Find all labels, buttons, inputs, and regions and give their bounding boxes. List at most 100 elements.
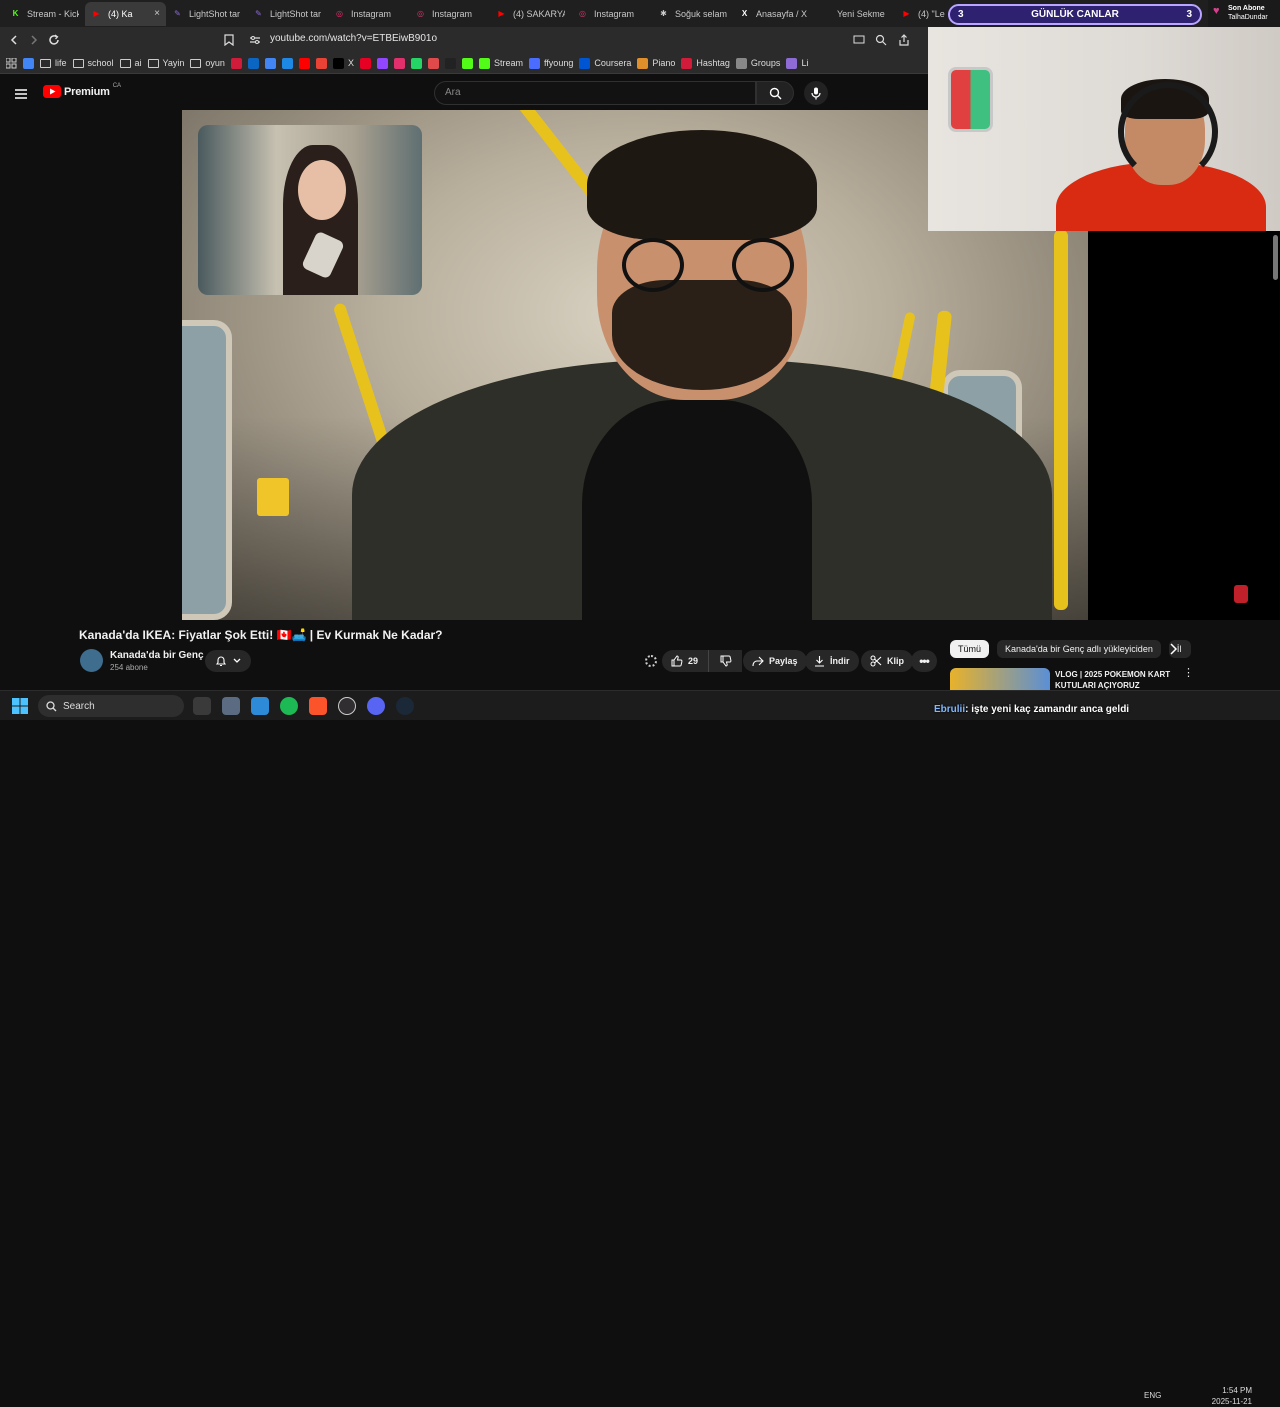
cast-button[interactable] xyxy=(849,30,869,50)
close-tab-icon[interactable]: × xyxy=(154,8,160,19)
share-button[interactable]: Paylaş xyxy=(743,650,807,672)
spotify-icon[interactable] xyxy=(280,697,298,715)
vertical-dots-icon: ⋮ xyxy=(1183,667,1194,679)
bookmark-item[interactable]: life xyxy=(40,58,67,68)
bookmark-item[interactable] xyxy=(376,57,388,69)
discord-icon[interactable] xyxy=(367,697,385,715)
bookmark-item[interactable] xyxy=(298,57,310,69)
bookmark-item[interactable]: school xyxy=(72,58,114,68)
browser-tab[interactable]: ✎ LightShot tar xyxy=(166,2,247,26)
zoom-button[interactable] xyxy=(871,30,891,50)
bookmark-item[interactable]: ai xyxy=(119,58,142,68)
tab-label: Stream - Kick xyxy=(27,8,79,19)
bookmark-item[interactable] xyxy=(230,57,242,69)
instagram-icon: ◎ xyxy=(336,9,343,18)
browser-tab[interactable]: X Anasayfa / X xyxy=(733,2,814,26)
start-button[interactable] xyxy=(12,698,28,719)
bookmark-item[interactable] xyxy=(281,57,293,69)
file-manager-icon[interactable] xyxy=(222,697,240,715)
bookmark-label: oyun xyxy=(205,58,225,68)
photos-icon[interactable] xyxy=(251,697,269,715)
chip-from-uploader[interactable]: Kanada'da bir Genç adlı yükleyiciden xyxy=(997,640,1161,658)
recall-icon xyxy=(230,57,242,69)
reload-icon xyxy=(49,34,59,45)
bookmark-item[interactable]: Coursera xyxy=(579,57,631,69)
bookmark-item[interactable]: Piano xyxy=(637,57,675,69)
more-actions-button[interactable]: ••• xyxy=(911,650,937,672)
folder-icon xyxy=(119,58,131,68)
microphone-icon xyxy=(811,87,821,99)
browser-tab[interactable]: ▶ (4) SAKARYA xyxy=(490,2,571,26)
browser-tab[interactable]: ✎ LightShot tar xyxy=(247,2,328,26)
bookmark-item[interactable] xyxy=(315,57,327,69)
reload-button[interactable] xyxy=(44,30,64,50)
search-button[interactable] xyxy=(756,81,794,105)
back-button[interactable] xyxy=(4,30,24,50)
bookmark-item[interactable]: X xyxy=(332,57,354,69)
bookmark-item[interactable] xyxy=(427,57,439,69)
bookmark-item[interactable]: ffyoung xyxy=(528,57,573,69)
url-field[interactable]: youtube.com/watch?v=ETBEiwB901o xyxy=(270,33,437,44)
browser-tab[interactable]: ◎ Instagram xyxy=(409,2,490,26)
obs-icon[interactable] xyxy=(338,697,356,715)
instagram-icon: ◎ xyxy=(417,9,424,18)
recommended-video-title[interactable]: VLOG | 2025 POKEMON KART KUTULARI AÇIYOR… xyxy=(1055,669,1175,691)
search-input[interactable]: Ara xyxy=(434,81,756,105)
bookmark-item[interactable]: oyun xyxy=(190,58,225,68)
bookmark-item[interactable] xyxy=(23,57,34,69)
language-indicator[interactable]: ENG xyxy=(1144,1391,1161,1400)
site-info-button[interactable] xyxy=(245,30,265,50)
browser-tab[interactable]: ◎ Instagram xyxy=(328,2,409,26)
clip-button[interactable]: Klip xyxy=(861,650,913,672)
voice-search-button[interactable] xyxy=(804,81,828,105)
brave-icon[interactable] xyxy=(309,697,327,715)
last-sub-name: TalhaDundar xyxy=(1228,14,1268,21)
bookmark-item[interactable]: Hashtag xyxy=(681,57,730,69)
browser-tab[interactable]: Yeni Sekme xyxy=(814,2,895,26)
chatgpt-icon: ✱ xyxy=(660,9,667,18)
hamburger-menu-button[interactable] xyxy=(15,86,27,104)
gear-badge-icon xyxy=(645,655,657,667)
channel-name[interactable]: Kanada'da bir Genç xyxy=(110,650,204,661)
recommended-video-thumbnail[interactable] xyxy=(950,668,1050,690)
chip-all[interactable]: Tümü xyxy=(950,640,990,658)
browser-tab[interactable]: ✱ Soğuk selam xyxy=(652,2,733,26)
apps-button[interactable] xyxy=(6,57,17,69)
youtube-logo[interactable]: Premium CA xyxy=(43,83,121,98)
system-clock[interactable]: 1:54 PM 2025-11-21 xyxy=(1208,1385,1252,1407)
browser-tab[interactable]: ◎ Instagram xyxy=(571,2,652,26)
bookmark-item[interactable]: Li xyxy=(786,57,808,69)
bookmark-item[interactable] xyxy=(359,57,371,69)
share-page-button[interactable] xyxy=(894,30,914,50)
bookmark-item[interactable] xyxy=(393,57,405,69)
recommended-more-button[interactable]: ⋮ xyxy=(1183,667,1194,679)
browser-tab[interactable]: ▶ (4) Ka × xyxy=(85,1,166,26)
share-arrow-icon xyxy=(752,656,764,666)
channel-avatar[interactable] xyxy=(80,649,103,672)
ffyoung-icon xyxy=(528,57,540,69)
bookmark-item[interactable]: Groups xyxy=(735,57,780,69)
bookmark-item[interactable] xyxy=(264,57,276,69)
bookmark-item[interactable] xyxy=(461,57,473,69)
forward-button[interactable] xyxy=(24,30,44,50)
scrollbar[interactable] xyxy=(1273,235,1278,280)
bookmark-item[interactable] xyxy=(410,57,422,69)
download-button[interactable]: İndir xyxy=(805,650,859,672)
browser-tab[interactable]: K Stream - Kick xyxy=(4,2,85,26)
dislike-button[interactable] xyxy=(708,650,742,672)
steam-icon[interactable] xyxy=(396,697,414,715)
chips-next-button[interactable] xyxy=(1168,642,1178,660)
bookmark-item[interactable] xyxy=(247,57,259,69)
subscription-bell-button[interactable] xyxy=(205,650,251,672)
folder-icon xyxy=(147,58,159,68)
task-view-icon[interactable] xyxy=(193,697,211,715)
streamer-headset xyxy=(1118,82,1218,182)
bookmark-item[interactable]: Yayin xyxy=(147,58,184,68)
taskbar-search[interactable]: Search xyxy=(38,695,184,717)
bookmark-page-button[interactable] xyxy=(219,30,239,50)
goal-title: GÜNLÜK CANLAR xyxy=(1031,9,1119,20)
feather-icon: ✎ xyxy=(174,9,181,18)
bookmark-label: ai xyxy=(134,58,142,68)
bookmark-item[interactable] xyxy=(444,57,456,69)
bookmark-item[interactable]: Stream xyxy=(478,57,523,69)
